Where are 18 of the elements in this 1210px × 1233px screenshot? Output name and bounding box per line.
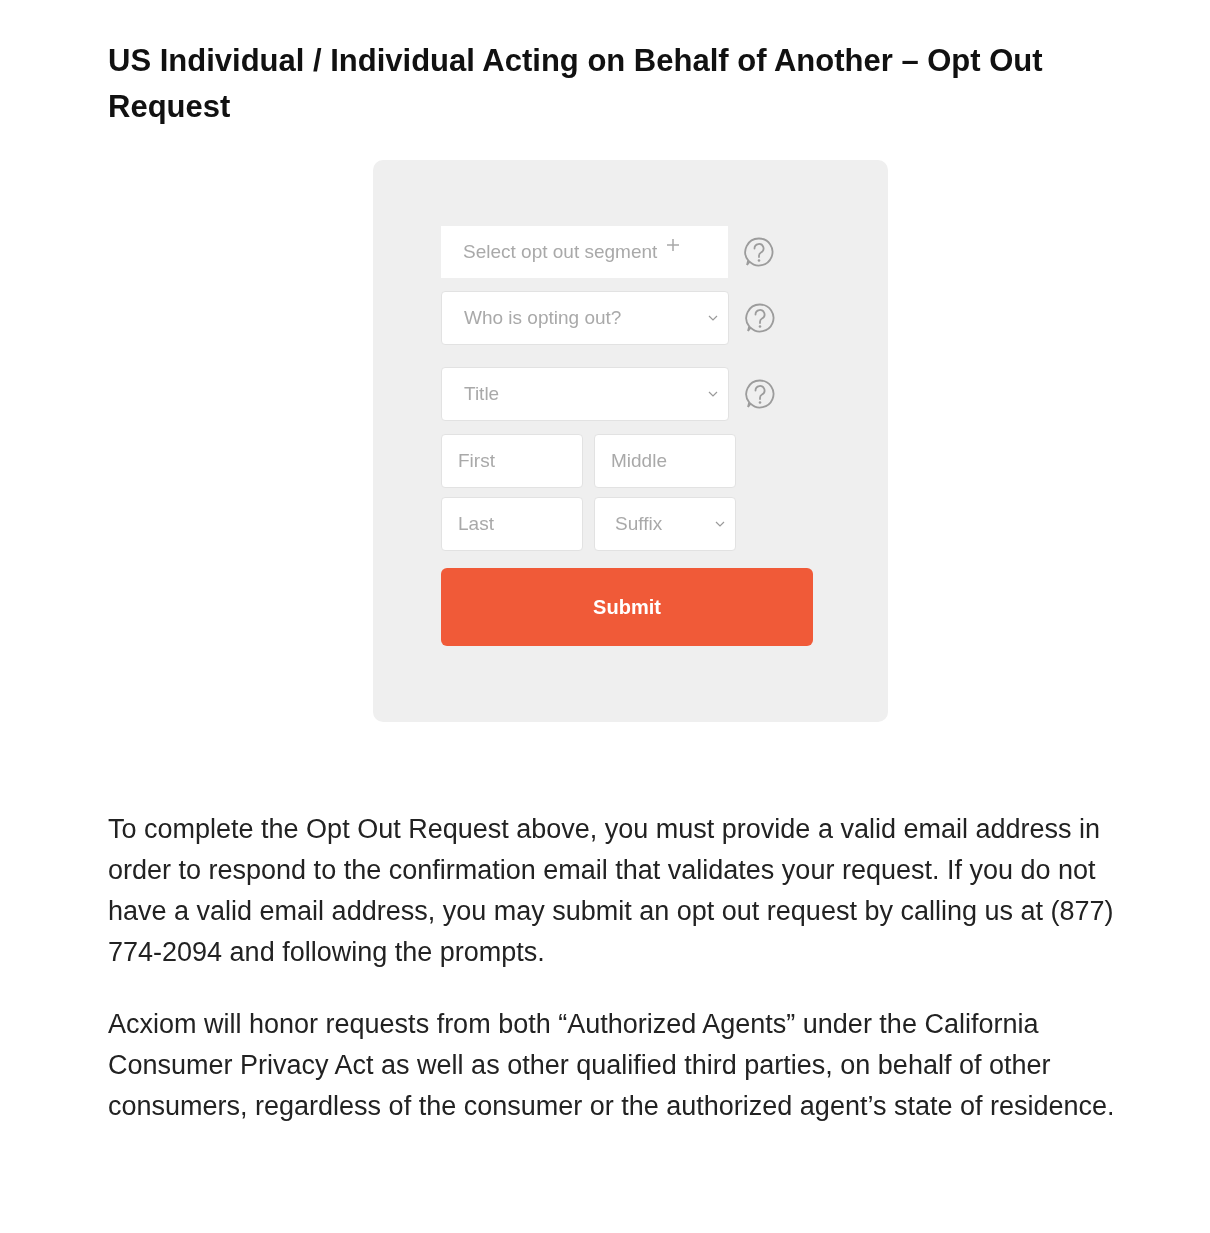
submit-button[interactable]: Submit [441,568,813,646]
input-field[interactable]: First [441,434,583,488]
input-field[interactable]: Last [441,497,583,551]
input-field[interactable]: Middle [594,434,736,488]
page-heading: US Individual / Individual Acting on Behalf of Another – Opt Out Request [108,42,1044,126]
body-paragraph: To complete the Opt Out Request above, you must provide a valid email address in order to respond to the confirmation email that validates your request. If you do not have a valid email address, you may submit an opt out request by calling us at (877) 774-2094 and following the prompts. [108,813,1115,969]
dropdown-field[interactable]: Title [441,367,729,421]
dropdown-field[interactable]: Who is opting out? [441,291,729,345]
plus-icon [667,239,680,251]
caret-icon [708,315,718,321]
body-paragraph: Acxiom will honor requests from both “Authorized Agents” under the California Consumer Privacy Act as well as other qualified third parties, on behalf of other consumers, regardless of the consumer or the authorized agent’s state of residence. [108,1008,1116,1123]
dropdown-field[interactable]: Suffix [594,497,736,551]
caret-icon [715,521,725,527]
help-icon[interactable] [743,236,775,268]
caret-icon [708,391,718,397]
help-icon[interactable] [744,302,776,334]
select-field[interactable]: Select opt out segment [441,226,728,278]
help-icon[interactable] [744,378,776,410]
